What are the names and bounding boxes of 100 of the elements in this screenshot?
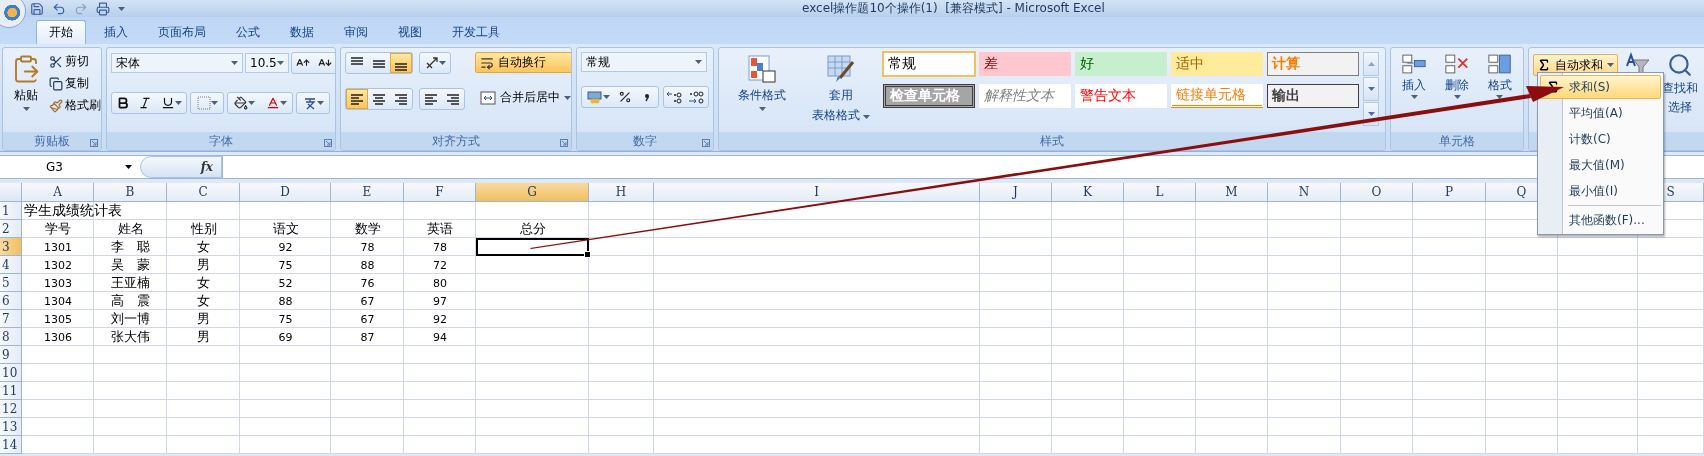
column-header[interactable]: A [22,183,94,202]
row-header[interactable]: 8 [0,328,22,346]
group-label: 字体 [209,132,233,150]
row-header[interactable]: 5 [0,274,22,292]
table-cell-text: 87 [359,329,376,346]
table-cell-text: 1302 [43,257,73,274]
table-cell-text: 学号 [44,220,72,238]
column-header[interactable]: K [1052,183,1124,202]
cell-style-item[interactable]: 好 [1075,52,1167,76]
conditional-format-button[interactable]: 条件格式 [723,52,801,128]
column-header[interactable]: L [1124,183,1196,202]
cell-style-item[interactable]: 输出 [1267,84,1359,108]
table-cell-text: 女 [196,274,211,292]
column-header[interactable]: I [654,183,980,202]
table-cell-text: 92 [432,311,448,328]
name-box[interactable]: G3 [0,156,140,178]
row-header[interactable]: 2 [0,220,22,238]
font-name-field[interactable]: 宋体 [111,53,243,73]
ribbon-tab[interactable]: 开始 [36,20,86,44]
column-header[interactable]: H [589,183,654,202]
column-header[interactable]: F [404,183,476,202]
find-select-label[interactable]: 选择 [1668,99,1692,116]
column-header[interactable]: O [1341,183,1413,202]
row-header[interactable]: 12 [0,400,22,418]
table-cell-text: 1305 [43,311,73,328]
row-header[interactable]: 3 [0,238,22,256]
table-cell-text: 刘一博 [110,310,151,328]
table-cell-text: 1304 [43,293,73,310]
menu-item[interactable]: 平均值(A) [1540,101,1661,125]
merge-center-button[interactable]: 合并后居中 [475,87,571,108]
table-cell-text: 高 震 [110,292,151,310]
row-header[interactable]: 4 [0,256,22,274]
font-size-field[interactable]: 10.5 [245,53,289,73]
column-header[interactable]: E [331,183,404,202]
table-cell-text: 76 [359,275,376,292]
insert-function-button[interactable]: fx [140,156,222,178]
table-cell-text: 英语 [426,220,454,238]
table-cell-text: 王亚楠 [110,274,151,292]
table-cell-text: 88 [277,293,294,310]
row-header[interactable]: 6 [0,292,22,310]
table-cell-text: 1306 [43,329,73,346]
ribbon-tab[interactable]: 审阅 [332,21,380,44]
table-format-button[interactable]: 套用 表格格式 [805,52,877,128]
row-header[interactable]: 1 [0,202,22,220]
column-header[interactable]: D [240,183,331,202]
table-cell-text: 78 [359,239,376,256]
table-cell-text: 总分 [518,220,547,238]
table-cell-text: 1301 [43,239,73,256]
ribbon-tab[interactable]: 插入 [92,21,140,44]
table-cell-text: 88 [359,257,376,274]
table-cell-text: 67 [359,293,376,310]
column-header[interactable]: J [980,183,1052,202]
cells-action-button[interactable]: 格式 [1480,52,1519,128]
ribbon-tab[interactable]: 页面布局 [146,21,218,44]
table-cell-text: 80 [432,275,448,292]
ribbon-tab[interactable]: 公式 [224,21,272,44]
column-header[interactable]: N [1268,183,1341,202]
row-header[interactable]: 10 [0,364,22,382]
table-cell-text: 92 [277,239,294,256]
cell-style-item[interactable]: 解释性文本 [979,84,1071,108]
clipboard-action[interactable]: 剪切 [49,52,101,71]
menu-item[interactable]: 求和(S) [1540,75,1661,99]
group-label: 剪贴板 [34,132,70,150]
cell-style-item[interactable]: 差 [979,52,1071,76]
cell-style-item[interactable]: 适中 [1171,52,1263,76]
table-cell-text: 女 [196,292,211,310]
column-header[interactable]: M [1196,183,1268,202]
row-header[interactable]: 9 [0,346,22,364]
group-label: 单元格 [1439,132,1475,150]
menu-item[interactable]: 其他函数(F)... [1540,208,1661,232]
row-header[interactable]: 11 [0,382,22,400]
column-header[interactable]: P [1413,183,1486,202]
ribbon-tab[interactable]: 视图 [386,21,434,44]
table-cell-text: 75 [277,257,294,274]
ribbon-tab[interactable]: 开发工具 [440,21,512,44]
wrap-text-button[interactable]: 自动换行 [475,52,571,73]
menu-item[interactable]: 最大值(M) [1540,153,1661,177]
table-cell-text: 72 [432,257,448,274]
clipboard-action[interactable]: 格式刷 [49,96,101,115]
clipboard-action[interactable]: 复制 [49,74,101,93]
cells-action-button[interactable]: 删除 [1437,52,1477,128]
row-header[interactable]: 14 [0,436,22,454]
row-header[interactable]: 7 [0,310,22,328]
table-cell-text: 97 [432,293,448,310]
column-header[interactable]: G [476,183,589,202]
row-header[interactable]: 13 [0,418,22,436]
cells-action-button[interactable]: 插入 [1395,52,1434,128]
table-cell-text: 男 [196,310,211,328]
table-cell-text: 性别 [189,220,218,238]
group-label: 数字 [633,132,657,150]
number-format-field[interactable]: 常规 [581,52,707,72]
menu-item[interactable]: 计数(C) [1540,127,1661,151]
cell-style-item[interactable]: 常规 [883,52,975,76]
column-header[interactable]: B [94,183,167,202]
cell-style-item[interactable]: 警告文本 [1075,84,1167,108]
paste-button[interactable]: 粘贴 [7,52,45,128]
group-label: 样式 [1040,132,1064,150]
ribbon-tab[interactable]: 数据 [278,21,326,44]
table-cell-text: 69 [277,329,294,346]
column-header[interactable]: C [167,183,240,202]
